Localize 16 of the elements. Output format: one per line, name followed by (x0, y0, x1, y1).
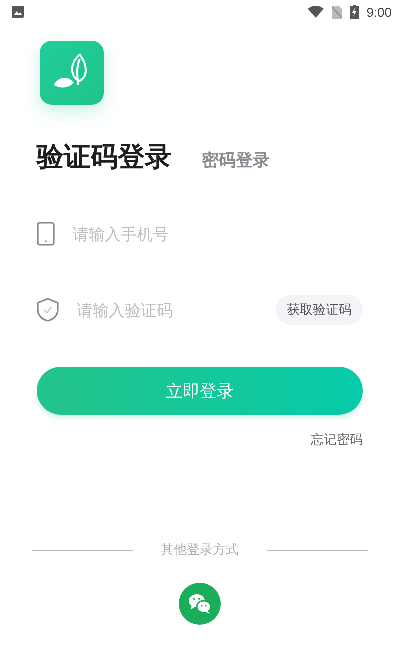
wifi-icon (308, 6, 324, 18)
clock-time: 9:00 (366, 4, 392, 20)
no-sim-icon (332, 6, 342, 18)
shield-icon (37, 298, 59, 322)
input-field[interactable]: 请输入验证码 (75, 300, 260, 320)
get-code-button[interactable]: 获取验证码 (276, 295, 363, 325)
other-login-label: 其他登录方式 (161, 542, 239, 559)
input-field[interactable]: 请输入手机号 (71, 224, 363, 244)
phone-icon (37, 222, 55, 246)
login-tab[interactable]: 密码登录 (202, 149, 270, 172)
forgot-password-link[interactable]: 忘记密码 (311, 431, 363, 449)
chat-bubbles-icon[interactable] (179, 583, 221, 625)
battery-icon (350, 5, 359, 19)
image-icon (12, 6, 24, 18)
login-tab[interactable]: 验证码登录 (37, 139, 172, 175)
app-logo (40, 41, 104, 105)
